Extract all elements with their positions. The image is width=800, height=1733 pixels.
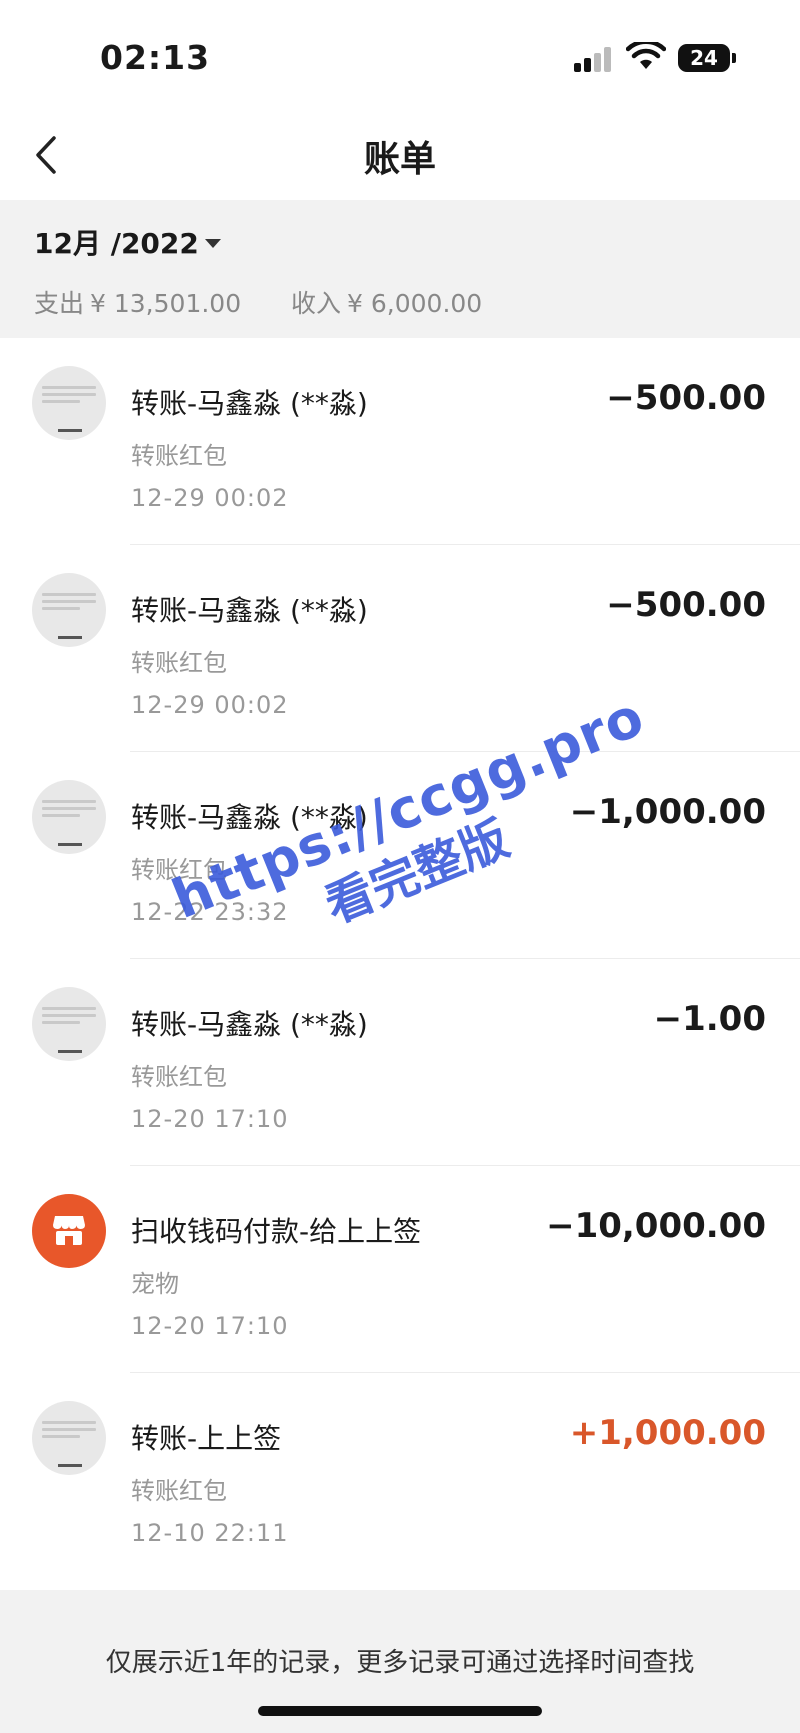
- expense-label: 支出: [34, 289, 85, 318]
- transaction-amount: −500.00: [606, 378, 766, 418]
- user-avatar: [32, 780, 106, 854]
- status-bar: 02:13 24: [0, 0, 800, 110]
- transaction-time: 12-29 00:02: [131, 484, 289, 512]
- page-title: 账单: [363, 139, 436, 180]
- user-avatar: [32, 573, 106, 647]
- user-avatar: [32, 1401, 106, 1475]
- transaction-category: 转账红包: [131, 442, 227, 470]
- bill-summary: 12月 /2022 支出 ¥ 13,501.00 收入 ¥ 6,000.00: [0, 200, 800, 338]
- income-value: ¥ 6,000.00: [347, 289, 483, 318]
- transaction-title: 扫收钱码付款-给上上签: [131, 1215, 422, 1248]
- transaction-title: 转账-马鑫淼 (**淼): [131, 387, 368, 420]
- transaction-row[interactable]: 转账-马鑫淼 (**淼) 转账红包 12-22 23:32 −1,000.00: [0, 752, 800, 959]
- transaction-row[interactable]: 转账-上上签转账红包 12-10 22:11 +1,000.00: [0, 1373, 800, 1580]
- expense-value: ¥ 13,501.00: [90, 289, 242, 318]
- income-label: 收入: [291, 289, 342, 318]
- transaction-category: 转账红包: [131, 1477, 227, 1505]
- transaction-amount: −10,000.00: [546, 1206, 766, 1246]
- transaction-category: 宠物: [131, 1270, 179, 1298]
- transaction-time: 12-10 22:11: [131, 1519, 289, 1547]
- nav-bar: 账单: [0, 110, 800, 200]
- transaction-amount: +1,000.00: [569, 1413, 766, 1453]
- transaction-time: 12-22 23:32: [131, 898, 289, 926]
- transaction-row[interactable]: 转账-马鑫淼 (**淼) 转账红包 12-20 17:10 −1.00: [0, 959, 800, 1166]
- wifi-icon: [626, 42, 666, 69]
- status-time: 02:13: [100, 38, 211, 77]
- month-label: 12月 /2022: [34, 227, 199, 260]
- transaction-title: 转账-马鑫淼 (**淼): [131, 801, 368, 834]
- footer-note: 仅展示近1年的记录，更多记录可通过选择时间查找: [105, 1648, 695, 1678]
- transaction-category: 转账红包: [131, 1063, 227, 1091]
- home-indicator: [258, 1706, 542, 1716]
- transaction-row[interactable]: 扫收钱码付款-给上上签宠物 12-20 17:10 −10,000.00: [0, 1166, 800, 1373]
- transaction-time: 12-20 17:10: [131, 1312, 289, 1340]
- transaction-time: 12-29 00:02: [131, 691, 289, 719]
- transaction-amount: −1.00: [653, 999, 766, 1039]
- month-picker[interactable]: 12月 /2022: [34, 222, 221, 262]
- transaction-list: 转账-马鑫淼 (**淼) 转账红包 12-29 00:02 −500.00 转账-马鑫淼…: [0, 338, 800, 1580]
- battery-tip: [732, 53, 736, 63]
- transaction-category: 转账红包: [131, 649, 227, 677]
- transaction-row[interactable]: 转账-马鑫淼 (**淼) 转账红包 12-29 00:02 −500.00: [0, 338, 800, 545]
- caret-down-icon: [204, 238, 221, 248]
- transaction-title: 转账-马鑫淼 (**淼): [131, 594, 368, 627]
- user-avatar: [32, 366, 106, 440]
- totals: 支出 ¥ 13,501.00 收入 ¥ 6,000.00: [34, 284, 488, 320]
- user-avatar: [32, 987, 106, 1061]
- transaction-category: 转账红包: [131, 856, 227, 884]
- battery-icon: 24: [678, 44, 730, 72]
- transaction-amount: −1,000.00: [569, 792, 766, 832]
- transaction-title: 转账-上上签: [131, 1422, 282, 1455]
- transaction-title: 转账-马鑫淼 (**淼): [131, 1008, 368, 1041]
- cellular-signal-icon: [574, 46, 614, 72]
- transaction-time: 12-20 17:10: [131, 1105, 289, 1133]
- transaction-row[interactable]: 转账-马鑫淼 (**淼) 转账红包 12-29 00:02 −500.00: [0, 545, 800, 752]
- shop-icon: [32, 1194, 106, 1268]
- transaction-amount: −500.00: [606, 585, 766, 625]
